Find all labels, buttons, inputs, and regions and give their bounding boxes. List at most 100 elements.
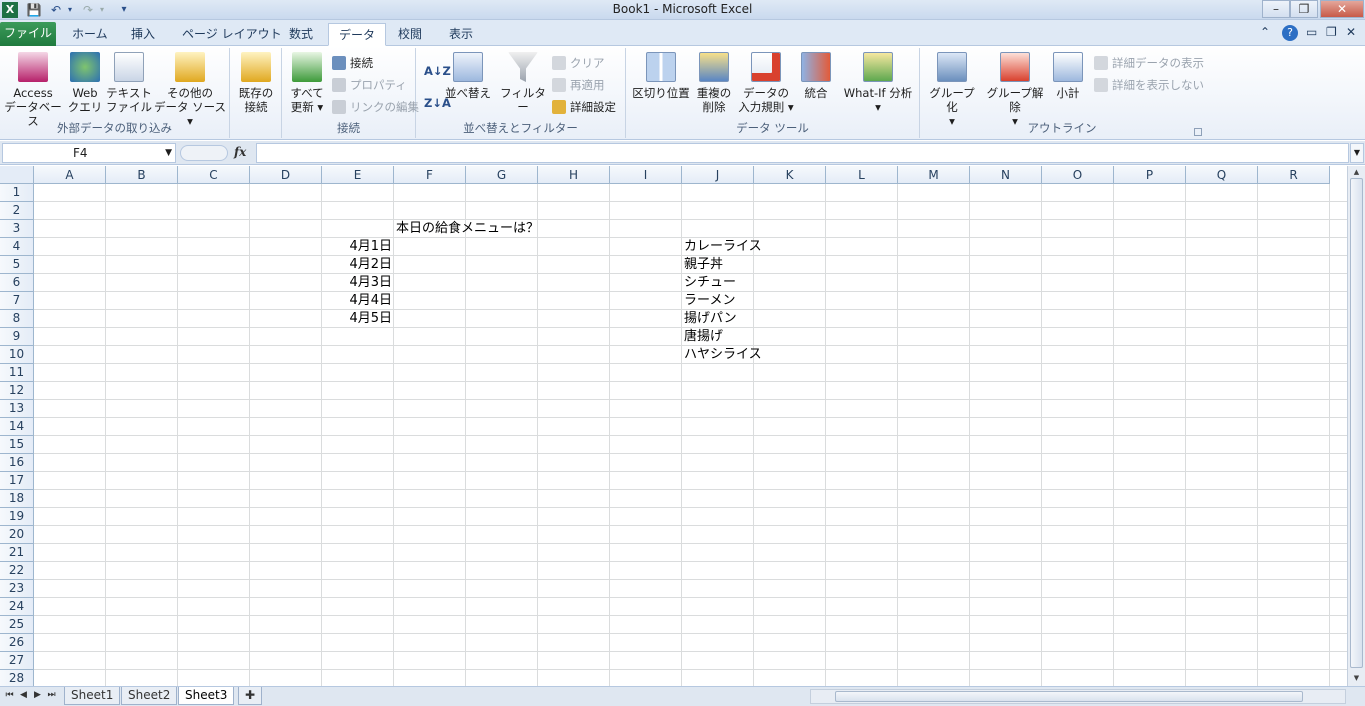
sheet-tab-sheet1[interactable]: Sheet1: [64, 687, 121, 705]
column-header-r[interactable]: R: [1258, 166, 1330, 184]
row-header-6[interactable]: 6: [0, 274, 34, 292]
row-header-25[interactable]: 25: [0, 616, 34, 634]
row-header-14[interactable]: 14: [0, 418, 34, 436]
row-header-24[interactable]: 24: [0, 598, 34, 616]
select-all-corner[interactable]: [0, 166, 34, 184]
column-header-d[interactable]: D: [250, 166, 322, 184]
row-header-16[interactable]: 16: [0, 454, 34, 472]
access-button[interactable]: Access データベース: [4, 50, 62, 128]
row-header-3[interactable]: 3: [0, 220, 34, 238]
horizontal-scrollbar[interactable]: [810, 689, 1346, 704]
row-header-18[interactable]: 18: [0, 490, 34, 508]
properties-button[interactable]: プロパティ: [332, 76, 407, 94]
group-button[interactable]: グループ化 ▾: [924, 50, 980, 128]
tab-formulas[interactable]: 数式: [279, 23, 323, 46]
column-header-j[interactable]: J: [682, 166, 754, 184]
vertical-scroll-thumb[interactable]: [1350, 178, 1363, 668]
cell-j6[interactable]: シチュー: [682, 274, 738, 292]
cell-j9[interactable]: 唐揚げ: [682, 328, 725, 346]
collapse-ribbon-icon[interactable]: ⌃: [1260, 25, 1270, 39]
cell-f3[interactable]: 本日の給食メニューは？: [394, 220, 541, 238]
text-to-columns-button[interactable]: 区切り位置: [632, 50, 690, 100]
row-header-17[interactable]: 17: [0, 472, 34, 490]
sheet-tab-sheet3[interactable]: Sheet3: [178, 687, 235, 705]
workbook-minimize-icon[interactable]: ▭: [1306, 25, 1317, 39]
workbook-close-icon[interactable]: ✕: [1346, 25, 1356, 39]
prev-sheet-icon[interactable]: ◀: [18, 690, 29, 700]
row-header-12[interactable]: 12: [0, 382, 34, 400]
close-button[interactable]: ✕: [1320, 0, 1364, 18]
column-header-n[interactable]: N: [970, 166, 1042, 184]
column-header-m[interactable]: M: [898, 166, 970, 184]
ungroup-button[interactable]: グループ解除 ▾: [982, 50, 1048, 128]
reapply-button[interactable]: 再適用: [552, 76, 605, 94]
column-header-a[interactable]: A: [34, 166, 106, 184]
row-header-7[interactable]: 7: [0, 292, 34, 310]
row-header-22[interactable]: 22: [0, 562, 34, 580]
last-sheet-icon[interactable]: ⏭: [46, 690, 57, 700]
what-if-button[interactable]: What-If 分析 ▾: [838, 50, 918, 114]
row-header-23[interactable]: 23: [0, 580, 34, 598]
next-sheet-icon[interactable]: ▶: [32, 690, 43, 700]
column-header-g[interactable]: G: [466, 166, 538, 184]
column-header-b[interactable]: B: [106, 166, 178, 184]
formula-bar-splitter[interactable]: [180, 145, 228, 161]
text-file-button[interactable]: テキスト ファイル: [106, 50, 152, 114]
formula-input[interactable]: [256, 143, 1349, 163]
tab-data[interactable]: データ: [328, 23, 387, 46]
connections-button[interactable]: 接続: [332, 54, 373, 72]
existing-connections-button[interactable]: 既存の 接続: [234, 50, 278, 114]
row-header-19[interactable]: 19: [0, 508, 34, 526]
column-header-o[interactable]: O: [1042, 166, 1114, 184]
cell-j5[interactable]: 親子丼: [682, 256, 725, 274]
column-header-i[interactable]: I: [610, 166, 682, 184]
refresh-all-button[interactable]: すべて 更新 ▾: [286, 50, 328, 114]
tab-page-layout[interactable]: ページ レイアウト: [172, 23, 292, 46]
advanced-filter-button[interactable]: 詳細設定: [552, 98, 616, 116]
expand-formula-bar-icon[interactable]: ▼: [1350, 143, 1364, 163]
tab-review[interactable]: 校閲: [388, 23, 432, 46]
worksheet-grid[interactable]: ABCDEFGHIJKLMNOPQR 1 2 3 4 5 6 7 8 9 10 11 12 13 14 15…: [0, 166, 1347, 686]
insert-function-icon[interactable]: fx: [234, 145, 246, 159]
scroll-up-icon[interactable]: ▲: [1350, 166, 1363, 178]
remove-duplicates-button[interactable]: 重複の 削除: [692, 50, 736, 114]
tab-insert[interactable]: 挿入: [121, 23, 165, 46]
row-header-1[interactable]: 1: [0, 184, 34, 202]
restore-button[interactable]: ❐: [1290, 0, 1318, 18]
row-header-27[interactable]: 27: [0, 652, 34, 670]
horizontal-scroll-thumb[interactable]: [835, 691, 1303, 702]
name-box-dropdown-icon[interactable]: ▼: [165, 144, 172, 162]
column-header-l[interactable]: L: [826, 166, 898, 184]
edit-links-button[interactable]: リンクの編集: [332, 98, 419, 116]
hide-detail-button[interactable]: 詳細を表示しない: [1094, 76, 1204, 94]
help-icon[interactable]: ?: [1282, 25, 1298, 41]
tab-view[interactable]: 表示: [439, 23, 483, 46]
column-header-e[interactable]: E: [322, 166, 394, 184]
column-header-c[interactable]: C: [178, 166, 250, 184]
other-sources-button[interactable]: その他の データ ソース ▾: [152, 50, 228, 128]
tab-file[interactable]: ファイル: [0, 22, 56, 46]
row-header-5[interactable]: 5: [0, 256, 34, 274]
scroll-down-icon[interactable]: ▼: [1350, 672, 1363, 684]
column-header-q[interactable]: Q: [1186, 166, 1258, 184]
workbook-restore-icon[interactable]: ❐: [1326, 25, 1337, 39]
cell-j10[interactable]: ハヤシライス: [682, 346, 764, 364]
minimize-button[interactable]: –: [1262, 0, 1290, 18]
row-header-21[interactable]: 21: [0, 544, 34, 562]
row-header-10[interactable]: 10: [0, 346, 34, 364]
subtotal-button[interactable]: 小計: [1050, 50, 1086, 100]
tab-home[interactable]: ホーム: [62, 23, 118, 46]
row-header-11[interactable]: 11: [0, 364, 34, 382]
cell-e4[interactable]: 4月1日: [322, 238, 394, 256]
row-header-4[interactable]: 4: [0, 238, 34, 256]
cell-j4[interactable]: カレーライス: [682, 238, 764, 256]
consolidate-button[interactable]: 統合: [798, 50, 834, 100]
cell-j7[interactable]: ラーメン: [682, 292, 737, 310]
clear-button[interactable]: クリア: [552, 54, 605, 72]
row-header-9[interactable]: 9: [0, 328, 34, 346]
cell-e7[interactable]: 4月4日: [322, 292, 394, 310]
row-header-2[interactable]: 2: [0, 202, 34, 220]
show-detail-button[interactable]: 詳細データの表示: [1094, 54, 1204, 72]
cell-e8[interactable]: 4月5日: [322, 310, 394, 328]
sheet-tab-sheet2[interactable]: Sheet2: [121, 687, 178, 705]
